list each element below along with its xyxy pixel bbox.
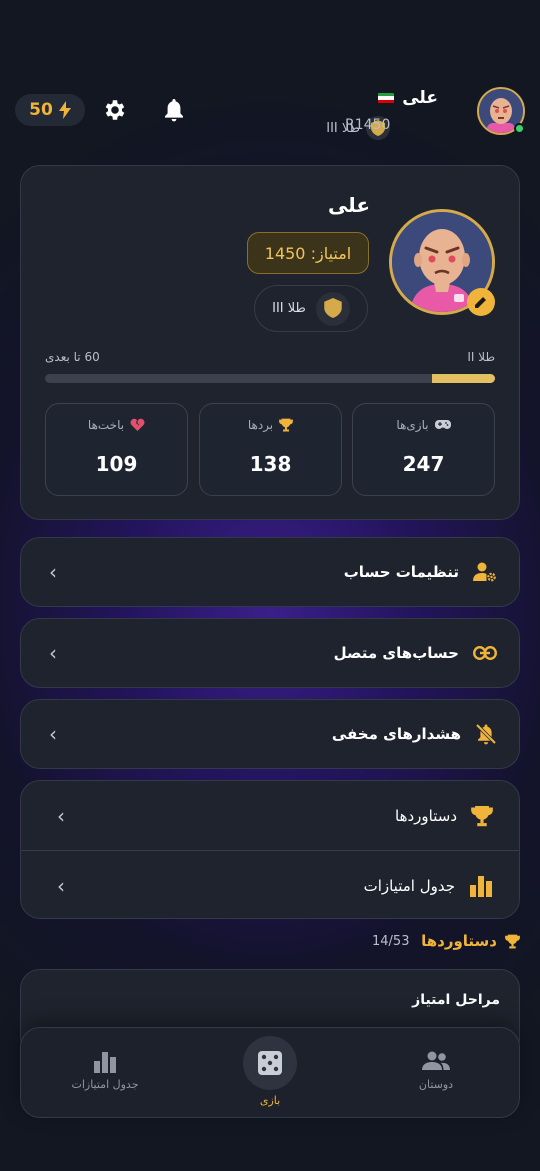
- chevron-left-icon: ‹: [57, 873, 65, 898]
- leaderboard-row[interactable]: ‹ جدول امتیازات: [21, 851, 519, 920]
- nav-play[interactable]: [243, 1036, 297, 1090]
- profile-name: علی: [327, 193, 370, 217]
- stat-wins: بردها 138: [199, 403, 342, 496]
- score-stages-title: مراحل امتیاز: [412, 992, 500, 1008]
- rank-progress-fill: [432, 374, 495, 383]
- settings-gear-icon[interactable]: [101, 96, 129, 124]
- chevron-left-icon: ‹: [49, 560, 57, 584]
- rank-progress-bar: [45, 374, 495, 383]
- edit-avatar-button[interactable]: [467, 288, 495, 316]
- score-badge: امتیاز: 1450: [247, 232, 369, 274]
- chevron-left-icon: ‹: [49, 722, 57, 746]
- achievements-count: 14/53: [372, 934, 410, 949]
- link-icon: [473, 646, 497, 660]
- progress-rank-label: طلا II: [467, 350, 495, 364]
- stat-losses-value: 109: [95, 452, 138, 476]
- bar-chart-icon: [94, 1052, 116, 1073]
- chevron-left-icon: ‹: [57, 803, 65, 828]
- bar-chart-icon: [470, 875, 492, 897]
- stat-losses: باخت‌ها 109: [45, 403, 188, 496]
- notification-bell-icon[interactable]: [160, 96, 188, 124]
- achievements-section-title: دستاوردها: [421, 932, 520, 950]
- gamepad-icon: [434, 420, 451, 429]
- achievements-row[interactable]: ‹ دستاوردها: [21, 781, 519, 850]
- account-settings-row[interactable]: ‹ تنظیمات حساب: [20, 537, 520, 607]
- friends-icon: [422, 1051, 450, 1070]
- hidden-alerts-row[interactable]: ‹ هشدارهای مخفی: [20, 699, 520, 769]
- energy-counter[interactable]: 50: [15, 94, 85, 126]
- stat-games-value: 247: [402, 452, 445, 476]
- nav-leaderboard-label: جدول امتیازات: [71, 1078, 139, 1091]
- pencil-icon: [475, 297, 486, 308]
- nav-friends-label: دوستان: [418, 1078, 454, 1091]
- connected-accounts-row[interactable]: ‹ حساب‌های متصل: [20, 618, 520, 688]
- lightning-icon: [58, 101, 71, 119]
- trophy-icon: [471, 805, 493, 826]
- trophy-icon: [279, 418, 294, 432]
- stat-wins-value: 138: [249, 452, 292, 476]
- chevron-left-icon: ‹: [49, 641, 57, 665]
- iran-flag-icon: [378, 92, 395, 104]
- rank-shield-icon: [315, 291, 350, 326]
- dice-icon: [258, 1051, 282, 1075]
- nav-friends[interactable]: دوستان: [396, 1051, 476, 1091]
- trophy-icon: [505, 934, 520, 948]
- user-gear-icon: [473, 562, 496, 582]
- nav-play-label: بازی: [259, 1094, 281, 1107]
- energy-value: 50: [29, 100, 53, 120]
- rank-badge: طلا III: [254, 285, 368, 332]
- broken-heart-icon: [130, 418, 145, 431]
- online-status-dot: [514, 123, 525, 134]
- stat-games: بازی‌ها 247: [352, 403, 495, 496]
- header-username[interactable]: علی: [378, 88, 438, 108]
- nav-leaderboard[interactable]: جدول امتیازات: [60, 1051, 150, 1091]
- progress-next-label: 60 تا بعدی: [45, 350, 100, 364]
- header-rating: R1450: [345, 117, 391, 133]
- more-menu-card: ‹ دستاوردها ‹ جدول امتیازات: [20, 780, 520, 919]
- bell-slash-icon: [475, 723, 497, 745]
